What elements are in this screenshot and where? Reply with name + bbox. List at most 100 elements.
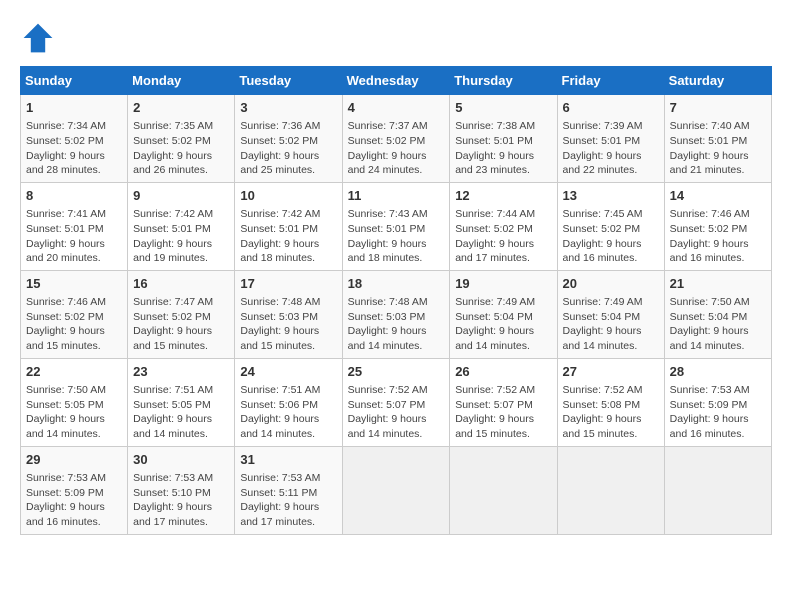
calendar-cell: 5Sunrise: 7:38 AMSunset: 5:01 PMDaylight… [450, 95, 557, 183]
calendar-cell [664, 446, 771, 534]
calendar-cell: 26 Sunrise: 7:52 AMSunset: 5:07 PMDayligh… [450, 358, 557, 446]
day-info: Sunrise: 7:52 AMSunset: 5:07 PMDaylight:… [348, 383, 445, 442]
day-info: Sunrise: 7:47 AMSunset: 5:02 PMDaylight:… [133, 295, 229, 354]
day-number: 26 [455, 363, 551, 381]
day-info: Sunrise: 7:42 AMSunset: 5:01 PMDaylight:… [240, 207, 336, 266]
calendar-cell: 10 Sunrise: 7:42 AMSunset: 5:01 PMDayligh… [235, 182, 342, 270]
day-number: 3 [240, 99, 336, 117]
day-number: 24 [240, 363, 336, 381]
day-info: Sunrise: 7:53 AMSunset: 5:09 PMDaylight:… [26, 471, 122, 530]
day-info: Sunrise: 7:36 AMSunset: 5:02 PMDaylight:… [240, 119, 336, 178]
week-row-5: 29 Sunrise: 7:53 AMSunset: 5:09 PMDayligh… [21, 446, 772, 534]
header-sunday: Sunday [21, 67, 128, 95]
day-number: 20 [563, 275, 659, 293]
calendar-cell: 16 Sunrise: 7:47 AMSunset: 5:02 PMDayligh… [128, 270, 235, 358]
day-info: Sunrise: 7:37 AMSunset: 5:02 PMDaylight:… [348, 119, 445, 178]
calendar-table: SundayMondayTuesdayWednesdayThursdayFrid… [20, 66, 772, 535]
header-thursday: Thursday [450, 67, 557, 95]
day-info: Sunrise: 7:34 AMSunset: 5:02 PMDaylight:… [26, 119, 122, 178]
header-monday: Monday [128, 67, 235, 95]
day-info: Sunrise: 7:40 AMSunset: 5:01 PMDaylight:… [670, 119, 766, 178]
day-number: 25 [348, 363, 445, 381]
header-saturday: Saturday [664, 67, 771, 95]
logo [20, 20, 60, 56]
day-number: 18 [348, 275, 445, 293]
header-friday: Friday [557, 67, 664, 95]
calendar-cell: 31 Sunrise: 7:53 AMSunset: 5:11 PMDayligh… [235, 446, 342, 534]
calendar-cell: 14 Sunrise: 7:46 AMSunset: 5:02 PMDayligh… [664, 182, 771, 270]
day-info: Sunrise: 7:45 AMSunset: 5:02 PMDaylight:… [563, 207, 659, 266]
calendar-cell: 7Sunrise: 7:40 AMSunset: 5:01 PMDaylight… [664, 95, 771, 183]
calendar-cell: 20 Sunrise: 7:49 AMSunset: 5:04 PMDayligh… [557, 270, 664, 358]
day-info: Sunrise: 7:42 AMSunset: 5:01 PMDaylight:… [133, 207, 229, 266]
day-info: Sunrise: 7:53 AMSunset: 5:10 PMDaylight:… [133, 471, 229, 530]
day-number: 4 [348, 99, 445, 117]
day-number: 1 [26, 99, 122, 117]
day-info: Sunrise: 7:46 AMSunset: 5:02 PMDaylight:… [670, 207, 766, 266]
day-info: Sunrise: 7:41 AMSunset: 5:01 PMDaylight:… [26, 207, 122, 266]
calendar-cell: 1 Sunrise: 7:34 AMSunset: 5:02 PMDaylight… [21, 95, 128, 183]
day-number: 2 [133, 99, 229, 117]
day-info: Sunrise: 7:52 AMSunset: 5:07 PMDaylight:… [455, 383, 551, 442]
day-number: 16 [133, 275, 229, 293]
day-number: 6 [563, 99, 659, 117]
calendar-cell: 24Sunrise: 7:51 AMSunset: 5:06 PMDayligh… [235, 358, 342, 446]
calendar-cell: 6 Sunrise: 7:39 AMSunset: 5:01 PMDaylight… [557, 95, 664, 183]
day-info: Sunrise: 7:39 AMSunset: 5:01 PMDaylight:… [563, 119, 659, 178]
day-number: 19 [455, 275, 551, 293]
calendar-cell: 17Sunrise: 7:48 AMSunset: 5:03 PMDayligh… [235, 270, 342, 358]
header-wednesday: Wednesday [342, 67, 450, 95]
calendar-cell: 8 Sunrise: 7:41 AMSunset: 5:01 PMDaylight… [21, 182, 128, 270]
day-number: 12 [455, 187, 551, 205]
calendar-cell [557, 446, 664, 534]
day-number: 10 [240, 187, 336, 205]
day-info: Sunrise: 7:44 AMSunset: 5:02 PMDaylight:… [455, 207, 551, 266]
calendar-cell: 12 Sunrise: 7:44 AMSunset: 5:02 PMDayligh… [450, 182, 557, 270]
day-number: 13 [563, 187, 659, 205]
day-number: 29 [26, 451, 122, 469]
calendar-cell: 25 Sunrise: 7:52 AMSunset: 5:07 PMDayligh… [342, 358, 450, 446]
day-info: Sunrise: 7:49 AMSunset: 5:04 PMDaylight:… [563, 295, 659, 354]
day-info: Sunrise: 7:43 AMSunset: 5:01 PMDaylight:… [348, 207, 445, 266]
day-number: 9 [133, 187, 229, 205]
calendar-cell: 18 Sunrise: 7:48 AMSunset: 5:03 PMDayligh… [342, 270, 450, 358]
calendar-cell: 9 Sunrise: 7:42 AMSunset: 5:01 PMDaylight… [128, 182, 235, 270]
day-number: 14 [670, 187, 766, 205]
calendar-cell: 23Sunrise: 7:51 AMSunset: 5:05 PMDayligh… [128, 358, 235, 446]
week-row-3: 15Sunrise: 7:46 AMSunset: 5:02 PMDayligh… [21, 270, 772, 358]
calendar-cell: 13 Sunrise: 7:45 AMSunset: 5:02 PMDayligh… [557, 182, 664, 270]
calendar-cell: 4 Sunrise: 7:37 AMSunset: 5:02 PMDaylight… [342, 95, 450, 183]
week-row-4: 22Sunrise: 7:50 AMSunset: 5:05 PMDayligh… [21, 358, 772, 446]
day-info: Sunrise: 7:49 AMSunset: 5:04 PMDaylight:… [455, 295, 551, 354]
day-number: 11 [348, 187, 445, 205]
day-info: Sunrise: 7:50 AMSunset: 5:04 PMDaylight:… [670, 295, 766, 354]
calendar-cell: 3 Sunrise: 7:36 AMSunset: 5:02 PMDaylight… [235, 95, 342, 183]
calendar-cell: 30 Sunrise: 7:53 AMSunset: 5:10 PMDayligh… [128, 446, 235, 534]
calendar-cell: 2 Sunrise: 7:35 AMSunset: 5:02 PMDaylight… [128, 95, 235, 183]
day-info: Sunrise: 7:53 AMSunset: 5:11 PMDaylight:… [240, 471, 336, 530]
calendar-cell: 19 Sunrise: 7:49 AMSunset: 5:04 PMDayligh… [450, 270, 557, 358]
day-info: Sunrise: 7:51 AMSunset: 5:05 PMDaylight:… [133, 383, 229, 442]
week-row-1: 1 Sunrise: 7:34 AMSunset: 5:02 PMDaylight… [21, 95, 772, 183]
day-number: 30 [133, 451, 229, 469]
page-header [20, 20, 772, 56]
day-info: Sunrise: 7:38 AMSunset: 5:01 PMDaylight:… [455, 119, 551, 178]
day-info: Sunrise: 7:52 AMSunset: 5:08 PMDaylight:… [563, 383, 659, 442]
calendar-cell: 28Sunrise: 7:53 AMSunset: 5:09 PMDayligh… [664, 358, 771, 446]
day-info: Sunrise: 7:50 AMSunset: 5:05 PMDaylight:… [26, 383, 122, 442]
day-info: Sunrise: 7:48 AMSunset: 5:03 PMDaylight:… [348, 295, 445, 354]
day-number: 21 [670, 275, 766, 293]
calendar-cell: 15Sunrise: 7:46 AMSunset: 5:02 PMDayligh… [21, 270, 128, 358]
day-number: 31 [240, 451, 336, 469]
day-info: Sunrise: 7:48 AMSunset: 5:03 PMDaylight:… [240, 295, 336, 354]
logo-icon [20, 20, 56, 56]
day-info: Sunrise: 7:46 AMSunset: 5:02 PMDaylight:… [26, 295, 122, 354]
calendar-header-row: SundayMondayTuesdayWednesdayThursdayFrid… [21, 67, 772, 95]
day-info: Sunrise: 7:35 AMSunset: 5:02 PMDaylight:… [133, 119, 229, 178]
calendar-cell [450, 446, 557, 534]
calendar-cell: 21 Sunrise: 7:50 AMSunset: 5:04 PMDayligh… [664, 270, 771, 358]
header-tuesday: Tuesday [235, 67, 342, 95]
calendar-cell: 22Sunrise: 7:50 AMSunset: 5:05 PMDayligh… [21, 358, 128, 446]
day-number: 8 [26, 187, 122, 205]
calendar-cell [342, 446, 450, 534]
